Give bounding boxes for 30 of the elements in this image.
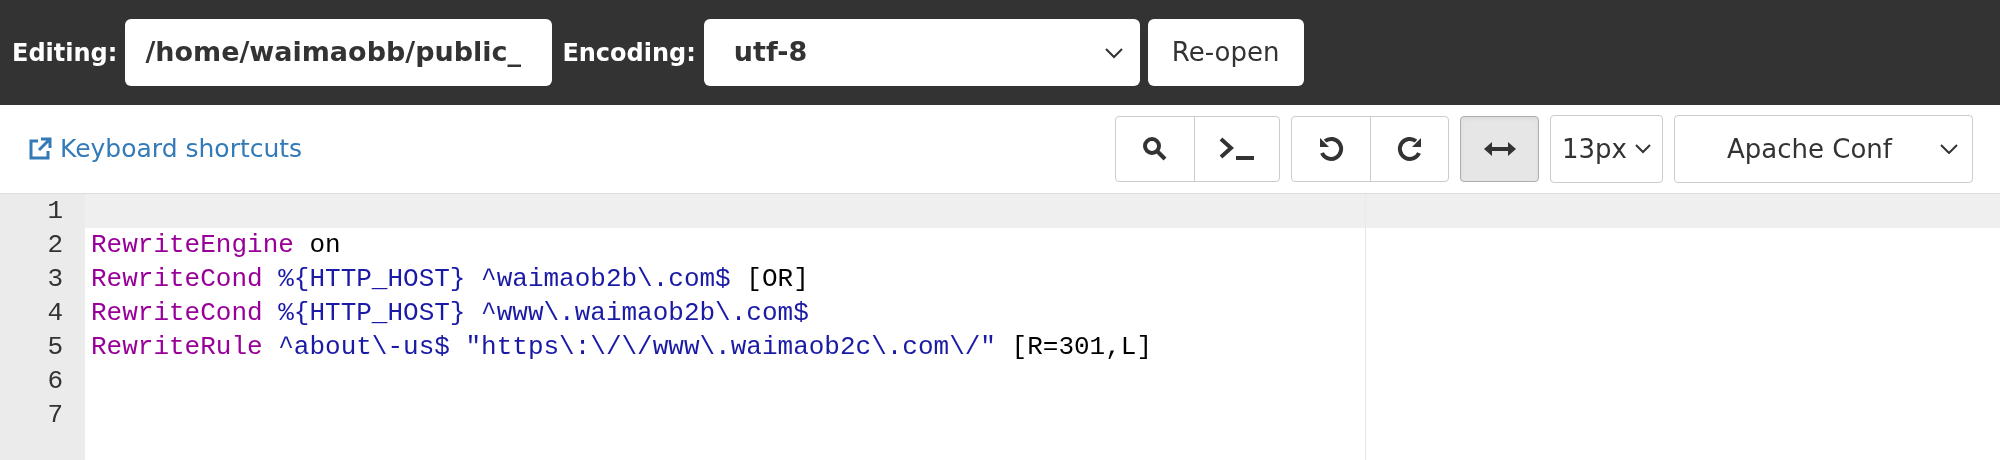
undo-icon xyxy=(1317,135,1345,163)
code-line: RewriteRule ^about\-us$ "https\:\/\/www\.waimaob2c\.com\/" [R=301,L] xyxy=(91,330,1152,364)
keyboard-shortcuts-link[interactable]: Keyboard shortcuts xyxy=(28,130,303,168)
horizontal-arrows-icon xyxy=(1483,141,1516,157)
mode-select[interactable]: Apache Conf xyxy=(1674,115,1973,183)
chevron-down-icon xyxy=(1103,46,1124,59)
external-link-icon xyxy=(28,137,52,161)
chevron-down-icon xyxy=(1635,144,1651,154)
redo-icon xyxy=(1395,135,1424,163)
line-number: 5 xyxy=(47,330,63,364)
path-field[interactable]: /home/waimaobb/public_ xyxy=(125,19,553,86)
code-line: RewriteCond %{HTTP_HOST} ^waimaob2b\.com$ [OR] xyxy=(91,262,809,296)
code-editor[interactable]: 1 2 RewriteEngine on 3 RewriteCond %{HTTP_HOST} ^waimaob2b\.com$ [OR] 4 RewriteCond %{HTTP_HOST} ^www\.waimaob2b\.com$ 5 RewriteRule ^about\-us$ "https\:\/\/www\.waimaob2c\.com\/" [R=301,L] 6 7 xyxy=(0,193,2000,460)
chevron-down-icon xyxy=(1940,144,1958,154)
line-number: 7 xyxy=(47,398,63,432)
search-icon xyxy=(1142,136,1168,162)
line-number: 6 xyxy=(47,364,63,398)
font-size-select[interactable]: 13px xyxy=(1550,115,1663,183)
code-line: RewriteEngine on xyxy=(91,228,341,262)
line-number: 1 xyxy=(47,194,63,228)
encoding-select[interactable]: utf-8 xyxy=(703,19,1140,86)
terminal-icon xyxy=(1218,136,1256,162)
line-number: 3 xyxy=(47,262,63,296)
line-number: 2 xyxy=(47,228,63,262)
line-number: 4 xyxy=(47,296,63,330)
reopen-button[interactable]: Re-open xyxy=(1147,19,1304,86)
wrap-toggle-button[interactable] xyxy=(1460,116,1539,182)
code-line: RewriteCond %{HTTP_HOST} ^www\.waimaob2b\.com$ xyxy=(91,296,809,330)
editing-label: Editing: xyxy=(12,37,118,69)
encoding-label: Encoding: xyxy=(562,37,696,69)
